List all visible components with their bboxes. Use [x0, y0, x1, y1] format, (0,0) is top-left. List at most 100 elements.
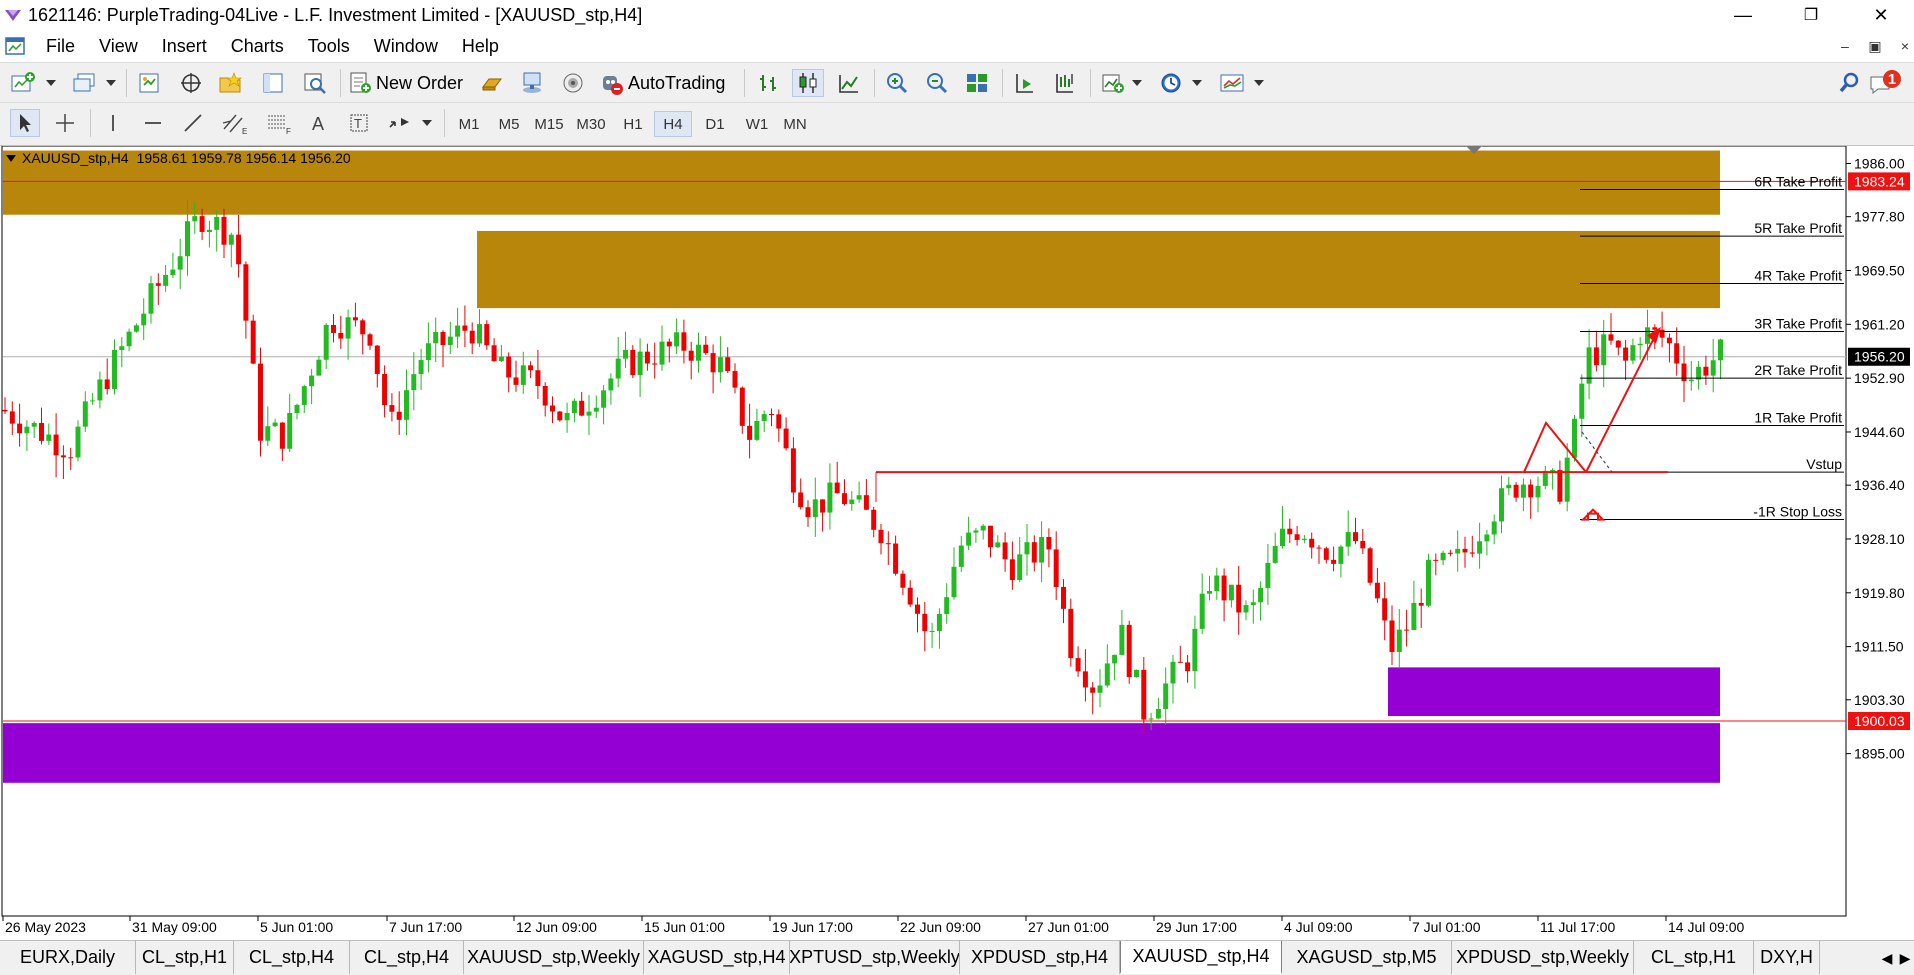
tile-windows-icon[interactable]: [962, 69, 992, 97]
timeframe-m5-button[interactable]: M5: [490, 111, 528, 137]
chevron-down-icon[interactable]: [1130, 69, 1144, 97]
chart-tab[interactable]: XPDUSD_stp,Weekly: [1452, 941, 1634, 974]
chevron-down-icon[interactable]: [1190, 69, 1204, 97]
profiles-icon[interactable]: [70, 69, 100, 97]
auto-scroll-icon[interactable]: [1010, 69, 1040, 97]
text-tool-icon[interactable]: A: [304, 109, 334, 137]
timeframe-d1-button[interactable]: D1: [696, 111, 734, 137]
market-icon[interactable]: [558, 69, 588, 97]
candle-body: [1637, 343, 1643, 346]
candle-body: [1250, 602, 1256, 606]
chart-tab[interactable]: CL_stp,H4: [350, 941, 464, 974]
candle-body: [39, 422, 44, 441]
market-watch-icon[interactable]: [134, 69, 164, 97]
gold-bars-icon[interactable]: [478, 69, 508, 97]
new-chart-icon[interactable]: [8, 69, 38, 97]
templates-icon[interactable]: [1216, 69, 1250, 97]
maximize-button[interactable]: ❐: [1786, 0, 1836, 30]
timeframe-w1-button[interactable]: W1: [738, 111, 776, 137]
chart-tab[interactable]: XAGUSD_stp,H4: [644, 941, 790, 974]
zoom-in-icon[interactable]: [882, 69, 912, 97]
horizontal-line-icon[interactable]: [138, 109, 168, 137]
autotrading-button[interactable]: AutoTrading: [598, 69, 738, 97]
data-window-icon[interactable]: [176, 69, 206, 97]
chart-minimize-button[interactable]: –: [1834, 36, 1856, 56]
candle-body: [535, 370, 541, 386]
price-tick-label: 1961.20: [1854, 316, 1905, 332]
chart-tab[interactable]: DXY,H: [1754, 941, 1820, 974]
timeframe-h4-button[interactable]: H4: [654, 111, 692, 137]
timeframe-m15-button[interactable]: M15: [530, 111, 568, 137]
candle-body: [732, 371, 738, 388]
arrows-icon[interactable]: [384, 109, 414, 137]
menu-view[interactable]: View: [87, 36, 150, 57]
close-button[interactable]: ✕: [1856, 0, 1906, 30]
chevron-down-icon[interactable]: [420, 109, 434, 137]
periods-clock-icon[interactable]: [1156, 69, 1186, 97]
chart-tab[interactable]: EURX,Daily: [0, 941, 136, 974]
line-chart-icon[interactable]: [834, 69, 864, 97]
chevron-left-icon[interactable]: ◀: [1882, 950, 1893, 967]
chart-area[interactable]: 6R Take Profit 5R Take Profit 4R Take Prof…: [0, 145, 1914, 940]
timeframe-m1-button[interactable]: M1: [450, 111, 488, 137]
chart-tab[interactable]: XAUUSD_stp,Weekly: [464, 941, 644, 974]
strategy-tester-icon[interactable]: [300, 69, 330, 97]
minimize-button[interactable]: —: [1718, 0, 1768, 30]
chevron-down-icon[interactable]: [104, 69, 118, 97]
menu-charts[interactable]: Charts: [219, 36, 296, 57]
search-icon[interactable]: [1834, 69, 1864, 97]
chart-tab[interactable]: XAGUSD_stp,M5: [1282, 941, 1452, 974]
chart-tabs: EURX,Daily CL_stp,H1 CL_stp,H4 CL_stp,H4 XAU…: [0, 940, 1914, 975]
trendline-icon[interactable]: [178, 109, 208, 137]
candle-body: [287, 412, 293, 449]
bar-chart-icon[interactable]: [754, 69, 784, 97]
cursor-icon[interactable]: [10, 109, 40, 137]
chevron-down-icon[interactable]: [44, 69, 58, 97]
time-tick-label: 5 Jun 01:00: [260, 919, 333, 935]
chart-window-icon[interactable]: [4, 35, 26, 57]
chart-tab[interactable]: XPTUSD_stp,Weekly: [790, 941, 960, 974]
candle-body: [1287, 528, 1293, 535]
chart-tab[interactable]: CL_stp,H1: [1634, 941, 1754, 974]
terminal-icon[interactable]: [258, 69, 288, 97]
chart-tab[interactable]: CL_stp,H1: [136, 941, 234, 974]
vertical-line-icon[interactable]: [98, 109, 128, 137]
indicators-icon[interactable]: [1098, 69, 1128, 97]
tab-scroll-arrows[interactable]: ◀ ▶: [1878, 943, 1914, 973]
candle-body: [564, 413, 570, 421]
candlestick-chart-icon[interactable]: [792, 69, 824, 97]
text-label-icon[interactable]: T: [344, 109, 374, 137]
chevron-right-icon[interactable]: ▶: [1900, 950, 1911, 967]
candle-body: [82, 401, 88, 427]
candle-body: [1666, 337, 1672, 344]
crosshair-icon[interactable]: [50, 109, 80, 137]
menu-insert[interactable]: Insert: [150, 36, 219, 57]
new-order-button[interactable]: New Order: [348, 69, 472, 97]
menu-file[interactable]: File: [34, 36, 87, 57]
timeframe-h1-button[interactable]: H1: [614, 111, 652, 137]
chevron-down-icon[interactable]: [1252, 69, 1266, 97]
zoom-out-icon[interactable]: [922, 69, 952, 97]
signals-icon[interactable]: [518, 69, 548, 97]
candle-body: [221, 216, 227, 245]
equidistant-channel-icon[interactable]: E: [218, 109, 252, 137]
candle-body: [586, 411, 592, 416]
price-tag-label: 1900.03: [1854, 713, 1905, 729]
navigator-icon[interactable]: [216, 69, 246, 97]
menu-help[interactable]: Help: [450, 36, 511, 57]
timeframe-mn-button[interactable]: MN: [776, 111, 814, 137]
collapse-triangle-icon[interactable]: [6, 154, 16, 162]
menu-tools[interactable]: Tools: [296, 36, 362, 57]
fibonacci-icon[interactable]: F: [262, 109, 296, 137]
chart-shift-icon[interactable]: [1050, 69, 1080, 97]
chart-tab[interactable]: XPDUSD_stp,H4: [960, 941, 1120, 974]
chart-tab[interactable]: XAUUSD_stp,H4: [1120, 941, 1282, 974]
candle-body: [528, 365, 534, 371]
notifications-icon[interactable]: 1: [1866, 69, 1906, 97]
chart-close-button[interactable]: ×: [1894, 36, 1914, 56]
timeframe-m30-button[interactable]: M30: [572, 111, 610, 137]
chart-restore-button[interactable]: ▣: [1864, 36, 1886, 56]
chart-tab[interactable]: CL_stp,H4: [234, 941, 350, 974]
menu-window[interactable]: Window: [362, 36, 450, 57]
price-chart[interactable]: 6R Take Profit 5R Take Profit 4R Take Prof…: [0, 146, 1914, 941]
